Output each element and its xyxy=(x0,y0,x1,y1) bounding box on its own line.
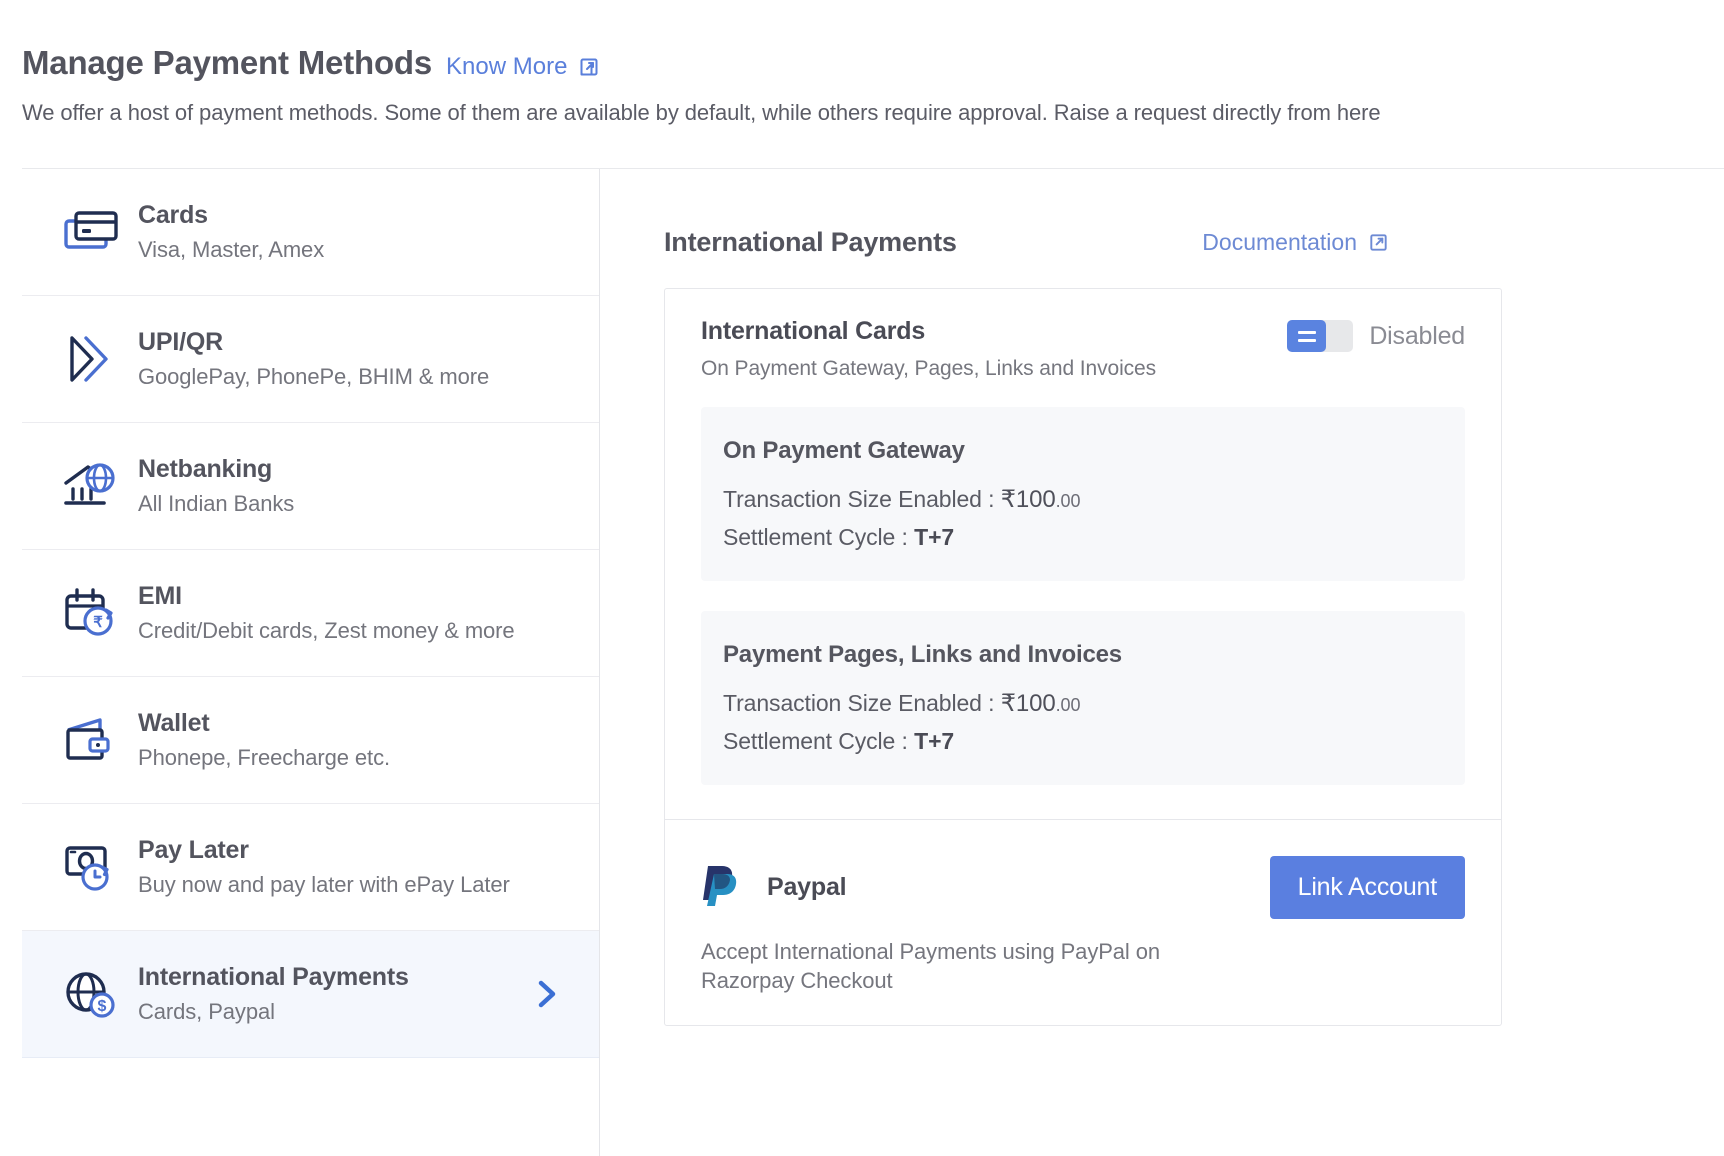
international-cards-header: International Cards On Payment Gateway, … xyxy=(701,317,1465,381)
sidebar-item-cards[interactable]: Cards Visa, Master, Amex xyxy=(22,169,599,296)
svg-text:$: $ xyxy=(98,998,107,1015)
chevron-right-icon xyxy=(533,977,561,1011)
method-text: EMI Credit/Debit cards, Zest money & mor… xyxy=(138,582,515,644)
international-cards-subtitle: On Payment Gateway, Pages, Links and Inv… xyxy=(701,357,1157,380)
svg-text:₹: ₹ xyxy=(93,614,103,631)
settlement-cycle-line: Settlement Cycle : T+7 xyxy=(723,524,1443,551)
transaction-size-label: Transaction Size Enabled : xyxy=(723,486,995,512)
settlement-cycle-value: T+7 xyxy=(914,728,955,754)
paypal-logo-icon xyxy=(701,862,739,913)
method-subtitle: All Indian Banks xyxy=(138,491,295,516)
paypal-section: Paypal Link Account Accept International… xyxy=(665,820,1501,1025)
method-text: UPI/QR GooglePay, PhonePe, BHIM & more xyxy=(138,328,489,390)
amount-major: 100 xyxy=(1015,486,1056,513)
method-subtitle: Buy now and pay later with ePay Later xyxy=(138,872,510,897)
international-cards-section: International Cards On Payment Gateway, … xyxy=(665,289,1501,819)
method-text: Netbanking All Indian Banks xyxy=(138,455,294,517)
page-subtitle: We offer a host of payment methods. Some… xyxy=(22,100,1381,125)
settlement-cycle-line: Settlement Cycle : T+7 xyxy=(723,728,1443,755)
method-text: International Payments Cards, Paypal xyxy=(138,963,409,1025)
sidebar-item-netbanking[interactable]: Netbanking All Indian Banks xyxy=(22,423,599,550)
method-title: Pay Later xyxy=(138,836,249,864)
calendar-rupee-icon: ₹ xyxy=(62,586,138,640)
external-link-icon xyxy=(577,55,601,79)
sidebar-item-emi[interactable]: ₹ EMI Credit/Debit cards, Zest money & m… xyxy=(22,550,599,677)
method-subtitle: Visa, Master, Amex xyxy=(138,237,325,262)
info-box-title: Payment Pages, Links and Invoices xyxy=(723,641,1122,668)
external-link-icon xyxy=(1367,231,1390,254)
settlement-cycle-value: T+7 xyxy=(914,524,955,550)
cash-clock-icon xyxy=(62,840,138,894)
bank-globe-icon xyxy=(62,459,138,513)
wallet-icon xyxy=(62,714,138,766)
payment-methods-sidebar: Cards Visa, Master, Amex UPI/QR GooglePa… xyxy=(22,169,600,1156)
settlement-cycle-label: Settlement Cycle : xyxy=(723,728,908,754)
method-title: UPI/QR xyxy=(138,328,223,356)
method-subtitle: Credit/Debit cards, Zest money & more xyxy=(138,618,515,643)
toggle-state-label: Disabled xyxy=(1369,321,1465,350)
toggle-knob xyxy=(1287,320,1327,352)
manage-payment-methods-page: Manage Payment Methods Know More We offe… xyxy=(0,0,1724,1156)
globe-dollar-icon: $ xyxy=(62,967,138,1021)
method-title: Wallet xyxy=(138,709,210,737)
toggle-switch[interactable] xyxy=(1287,320,1354,352)
amount-minor: .00 xyxy=(1055,695,1081,715)
page-title: Manage Payment Methods xyxy=(22,44,433,81)
sidebar-item-pay-later[interactable]: Pay Later Buy now and pay later with ePa… xyxy=(22,804,599,931)
method-text: Wallet Phonepe, Freecharge etc. xyxy=(138,709,390,771)
know-more-label: Know More xyxy=(446,53,568,80)
method-subtitle: GooglePay, PhonePe, BHIM & more xyxy=(138,364,490,389)
method-title: EMI xyxy=(138,582,182,610)
documentation-label: Documentation xyxy=(1202,229,1357,255)
method-title: Netbanking xyxy=(138,455,273,483)
international-cards-titles: International Cards On Payment Gateway, … xyxy=(701,317,1156,381)
settlement-cycle-label: Settlement Cycle : xyxy=(723,524,908,550)
upi-chevrons-icon xyxy=(62,332,138,386)
detail-panel: International Payments Documentation Int… xyxy=(600,169,1724,1156)
page-header: Manage Payment Methods Know More We offe… xyxy=(0,0,1724,126)
documentation-link[interactable]: Documentation xyxy=(1202,229,1390,256)
detail-title: International Payments xyxy=(664,227,957,257)
international-cards-toggle[interactable]: Disabled xyxy=(1287,320,1465,352)
paypal-name: Paypal xyxy=(767,873,847,901)
method-title: International Payments xyxy=(138,963,409,991)
title-row: Manage Payment Methods Know More xyxy=(22,44,1724,82)
transaction-size-line: Transaction Size Enabled : ₹100.00 xyxy=(723,485,1443,514)
method-title: Cards xyxy=(138,201,208,229)
transaction-size-label: Transaction Size Enabled : xyxy=(723,690,995,716)
international-cards-card: International Cards On Payment Gateway, … xyxy=(664,288,1502,1027)
paypal-row: Paypal Link Account xyxy=(701,856,1465,919)
international-cards-title: International Cards xyxy=(701,317,926,345)
transaction-size-line: Transaction Size Enabled : ₹100.00 xyxy=(723,689,1443,718)
method-subtitle: Cards, Paypal xyxy=(138,999,275,1024)
sidebar-item-international-payments[interactable]: $ International Payments Cards, Paypal xyxy=(22,931,599,1058)
credit-card-icon xyxy=(62,207,138,257)
amount-major: 100 xyxy=(1015,690,1056,717)
payment-methods-container: Cards Visa, Master, Amex UPI/QR GooglePa… xyxy=(22,168,1724,1156)
link-account-button[interactable]: Link Account xyxy=(1269,856,1465,919)
sidebar-item-upi-qr[interactable]: UPI/QR GooglePay, PhonePe, BHIM & more xyxy=(22,296,599,423)
amount-minor: .00 xyxy=(1055,491,1081,511)
know-more-link[interactable]: Know More xyxy=(446,53,601,81)
info-box-payment-gateway: On Payment Gateway Transaction Size Enab… xyxy=(701,407,1465,581)
method-subtitle: Phonepe, Freecharge etc. xyxy=(138,745,390,770)
currency-symbol: ₹ xyxy=(1000,690,1016,717)
method-text: Cards Visa, Master, Amex xyxy=(138,201,324,263)
info-box-title: On Payment Gateway xyxy=(723,437,965,464)
detail-header: International Payments Documentation xyxy=(600,227,1450,258)
paypal-description: Accept International Payments using PayP… xyxy=(701,939,1160,994)
sidebar-item-wallet[interactable]: Wallet Phonepe, Freecharge etc. xyxy=(22,677,599,804)
method-text: Pay Later Buy now and pay later with ePa… xyxy=(138,836,510,898)
info-box-pages-links-invoices: Payment Pages, Links and Invoices Transa… xyxy=(701,611,1465,785)
paypal-identity: Paypal xyxy=(701,862,847,913)
currency-symbol: ₹ xyxy=(1000,486,1016,513)
